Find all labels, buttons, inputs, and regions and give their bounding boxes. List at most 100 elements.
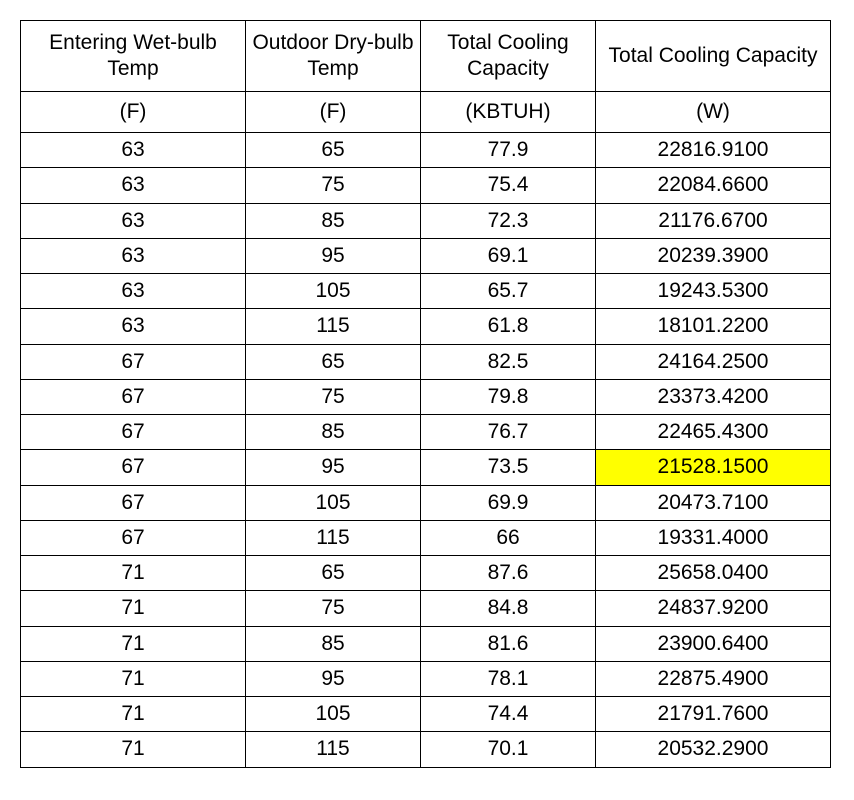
table-cell: 78.1 (421, 661, 596, 696)
table-cell: 67 (21, 485, 246, 520)
table-cell: 69.1 (421, 238, 596, 273)
table-row: 679573.521528.1500 (21, 450, 831, 485)
col-unit-ewb: (F) (21, 92, 246, 133)
col-unit-odb: (F) (246, 92, 421, 133)
table-cell: 95 (246, 450, 421, 485)
table-cell: 87.6 (421, 556, 596, 591)
table-cell: 67 (21, 379, 246, 414)
table-cell: 22465.4300 (596, 415, 831, 450)
table-cell: 63 (21, 274, 246, 309)
table-row: 717584.824837.9200 (21, 591, 831, 626)
table-cell: 95 (246, 238, 421, 273)
table-cell: 75.4 (421, 168, 596, 203)
table-cell: 71 (21, 626, 246, 661)
table-cell: 65.7 (421, 274, 596, 309)
table-cell: 72.3 (421, 203, 596, 238)
table-cell: 22875.4900 (596, 661, 831, 696)
table-cell: 20239.3900 (596, 238, 831, 273)
table-cell: 65 (246, 344, 421, 379)
table-cell: 63 (21, 203, 246, 238)
table-cell: 71 (21, 661, 246, 696)
table-cell: 23373.4200 (596, 379, 831, 414)
col-header-kbtuh: Total Cooling Capacity (421, 21, 596, 92)
table-cell: 21791.7600 (596, 697, 831, 732)
table-cell: 115 (246, 309, 421, 344)
table-cell: 20532.2900 (596, 732, 831, 767)
table-header: Entering Wet-bulb Temp Outdoor Dry-bulb … (21, 21, 831, 133)
table-cell: 18101.2200 (596, 309, 831, 344)
table-cell: 81.6 (421, 626, 596, 661)
table-cell: 79.8 (421, 379, 596, 414)
table-cell: 74.4 (421, 697, 596, 732)
col-header-watts: Total Cooling Capacity (596, 21, 831, 92)
table-cell: 84.8 (421, 591, 596, 626)
table-cell: 65 (246, 556, 421, 591)
table-cell: 76.7 (421, 415, 596, 450)
table-row: 6310565.719243.5300 (21, 274, 831, 309)
table-row: 677579.823373.4200 (21, 379, 831, 414)
table-row: 639569.120239.3900 (21, 238, 831, 273)
table-row: 638572.321176.6700 (21, 203, 831, 238)
table-cell: 67 (21, 415, 246, 450)
table-row: 6311561.818101.2200 (21, 309, 831, 344)
col-header-ewb: Entering Wet-bulb Temp (21, 21, 246, 92)
table-row: 718581.623900.6400 (21, 626, 831, 661)
cooling-capacity-table: Entering Wet-bulb Temp Outdoor Dry-bulb … (20, 20, 831, 768)
table-row: 637575.422084.6600 (21, 168, 831, 203)
table-cell: 63 (21, 168, 246, 203)
table-cell: 70.1 (421, 732, 596, 767)
table-body: 636577.922816.9100637575.422084.66006385… (21, 133, 831, 768)
table-cell: 25658.0400 (596, 556, 831, 591)
table-cell: 69.9 (421, 485, 596, 520)
table-cell: 85 (246, 415, 421, 450)
table-cell: 71 (21, 697, 246, 732)
table-cell: 23900.6400 (596, 626, 831, 661)
table-row: 719578.122875.4900 (21, 661, 831, 696)
table-row: 716587.625658.0400 (21, 556, 831, 591)
table-cell: 67 (21, 344, 246, 379)
col-unit-watts: (W) (596, 92, 831, 133)
table-cell: 95 (246, 661, 421, 696)
table-cell: 73.5 (421, 450, 596, 485)
table-cell: 105 (246, 274, 421, 309)
table-cell: 19331.4000 (596, 520, 831, 555)
table-cell: 71 (21, 732, 246, 767)
table-cell: 24164.2500 (596, 344, 831, 379)
table-cell: 61.8 (421, 309, 596, 344)
table-cell: 82.5 (421, 344, 596, 379)
table-cell: 63 (21, 133, 246, 168)
table-cell: 75 (246, 168, 421, 203)
table-cell: 65 (246, 133, 421, 168)
table-cell: 22084.6600 (596, 168, 831, 203)
table-row: 7111570.120532.2900 (21, 732, 831, 767)
table-row: 636577.922816.9100 (21, 133, 831, 168)
table-row: 678576.722465.4300 (21, 415, 831, 450)
table-cell: 63 (21, 309, 246, 344)
table-cell: 77.9 (421, 133, 596, 168)
table-row: 6710569.920473.7100 (21, 485, 831, 520)
table-cell: 19243.5300 (596, 274, 831, 309)
table-cell: 115 (246, 520, 421, 555)
table-row: 7110574.421791.7600 (21, 697, 831, 732)
col-unit-kbtuh: (KBTUH) (421, 92, 596, 133)
table-cell: 85 (246, 203, 421, 238)
table-cell: 115 (246, 732, 421, 767)
table-cell: 85 (246, 626, 421, 661)
table-cell: 67 (21, 450, 246, 485)
table-cell: 21528.1500 (596, 450, 831, 485)
table-cell: 105 (246, 485, 421, 520)
table-row: 676582.524164.2500 (21, 344, 831, 379)
table-cell: 75 (246, 591, 421, 626)
table-cell: 20473.7100 (596, 485, 831, 520)
table-cell: 63 (21, 238, 246, 273)
table-cell: 66 (421, 520, 596, 555)
table-cell: 71 (21, 556, 246, 591)
table-cell: 75 (246, 379, 421, 414)
table-cell: 22816.9100 (596, 133, 831, 168)
table-cell: 24837.9200 (596, 591, 831, 626)
table-cell: 21176.6700 (596, 203, 831, 238)
table-row: 671156619331.4000 (21, 520, 831, 555)
col-header-odb: Outdoor Dry-bulb Temp (246, 21, 421, 92)
table-cell: 67 (21, 520, 246, 555)
table-cell: 105 (246, 697, 421, 732)
